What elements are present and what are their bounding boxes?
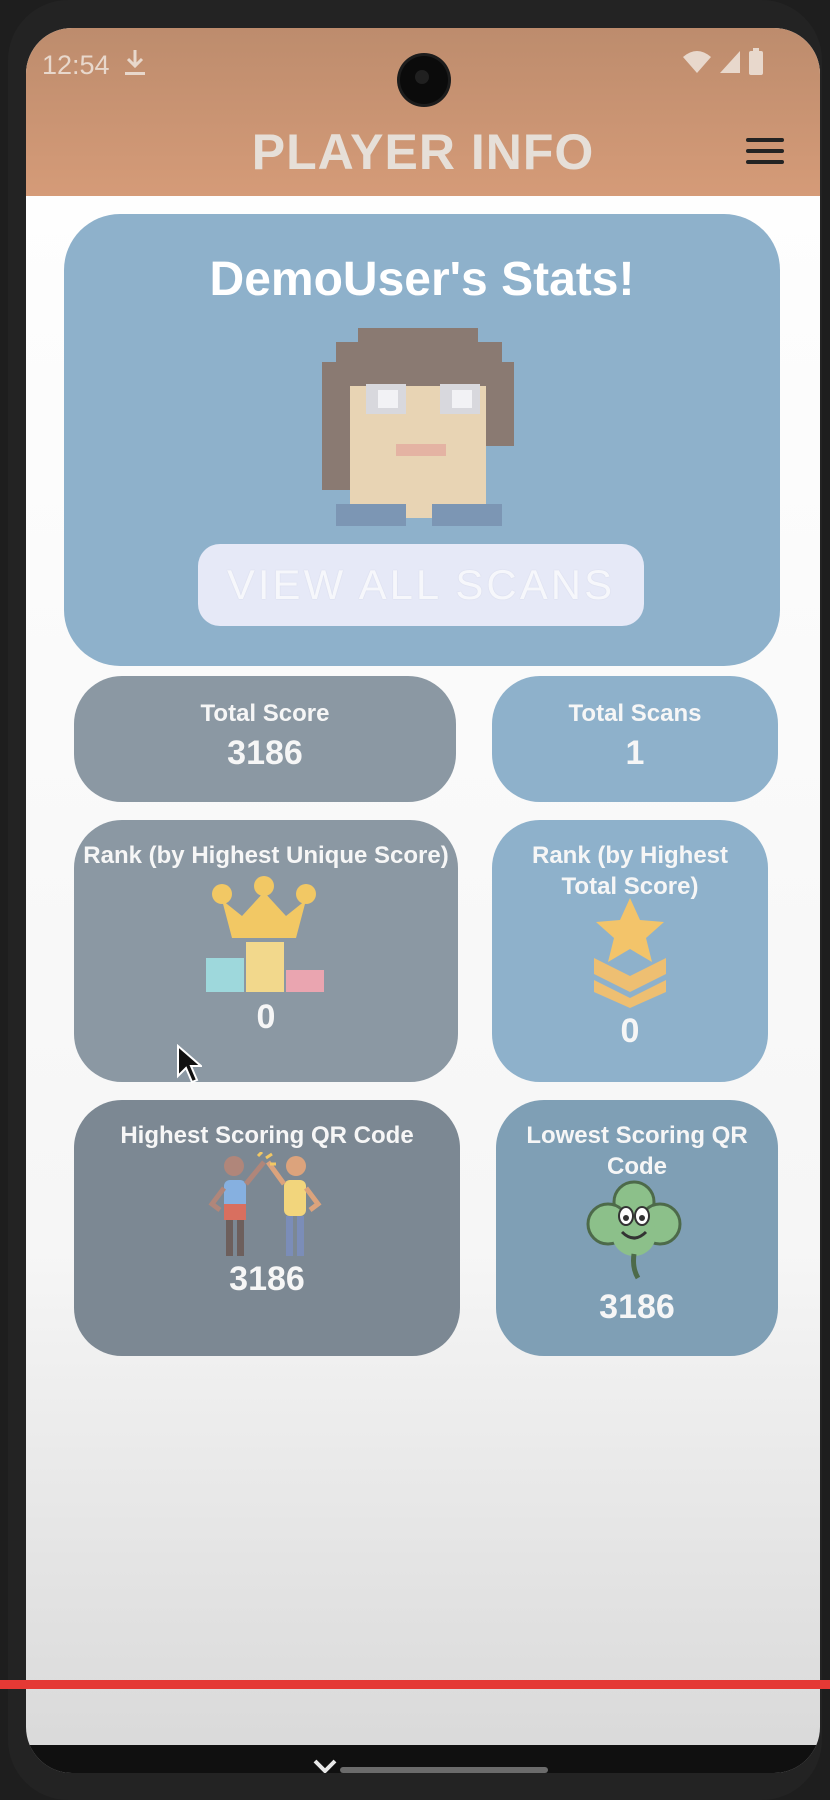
gesture-nav-bar xyxy=(26,1745,820,1773)
star-chevron-icon xyxy=(594,898,666,1008)
download-icon xyxy=(125,50,145,75)
front-camera xyxy=(400,56,448,104)
pixel-avatar-icon xyxy=(322,328,514,526)
rank-total-label: Rank (by Highest Total Score) xyxy=(531,842,729,900)
home-handle[interactable] xyxy=(340,1767,548,1773)
app-screen: 12:54 PLAYER INFO DemoUser's Stats! VIEW… xyxy=(26,28,820,1773)
view-all-scans-button[interactable]: VIEW ALL SCANS xyxy=(198,544,644,626)
highest-qr-label: Highest Scoring QR Code xyxy=(120,1122,414,1149)
chevron-down-icon[interactable] xyxy=(312,1757,338,1773)
video-progress-bar[interactable] xyxy=(0,1680,830,1689)
highest-qr-value: 3186 xyxy=(229,1260,305,1298)
crown-podium-icon xyxy=(206,876,324,992)
rank-unique-label: Rank (by Highest Unique Score) xyxy=(83,842,449,869)
rank-unique-value: 0 xyxy=(256,998,276,1036)
status-icons xyxy=(682,48,764,76)
page-title: PLAYER INFO xyxy=(251,124,595,180)
wifi-icon xyxy=(683,51,711,73)
player-stats-card: DemoUser's Stats! VIEW ALL SCANS xyxy=(64,214,780,666)
total-score-card: Total Score 3186 xyxy=(74,676,456,802)
app-header: 12:54 PLAYER INFO xyxy=(26,28,820,196)
total-score-label: Total Score xyxy=(200,700,330,727)
lowest-qr-label: Lowest Scoring QR Code xyxy=(526,1122,748,1180)
status-time: 12:54 xyxy=(42,50,110,80)
rank-total-value: 0 xyxy=(620,1012,640,1050)
lowest-qr-value: 3186 xyxy=(599,1288,675,1326)
total-scans-card: Total Scans 1 xyxy=(492,676,778,802)
signal-icon xyxy=(720,51,740,73)
highest-qr-card: Highest Scoring QR Code 3186 xyxy=(74,1100,460,1356)
battery-icon xyxy=(749,48,763,75)
hamburger-menu-icon[interactable] xyxy=(746,138,784,166)
total-score-value: 3186 xyxy=(227,734,303,772)
total-scans-label: Total Scans xyxy=(568,700,702,727)
total-scans-value: 1 xyxy=(625,734,645,772)
rank-unique-card: Rank (by Highest Unique Score) 0 xyxy=(74,820,458,1082)
rank-total-card: Rank (by Highest Total Score) 0 xyxy=(492,820,768,1082)
clover-icon xyxy=(586,1180,682,1280)
lowest-qr-card: Lowest Scoring QR Code 3186 xyxy=(496,1100,778,1356)
player-stats-title: DemoUser's Stats! xyxy=(209,253,635,306)
high-five-icon xyxy=(208,1152,322,1256)
phone-frame: 12:54 PLAYER INFO DemoUser's Stats! VIEW… xyxy=(8,0,822,1800)
mouse-cursor-icon xyxy=(177,1044,202,1084)
